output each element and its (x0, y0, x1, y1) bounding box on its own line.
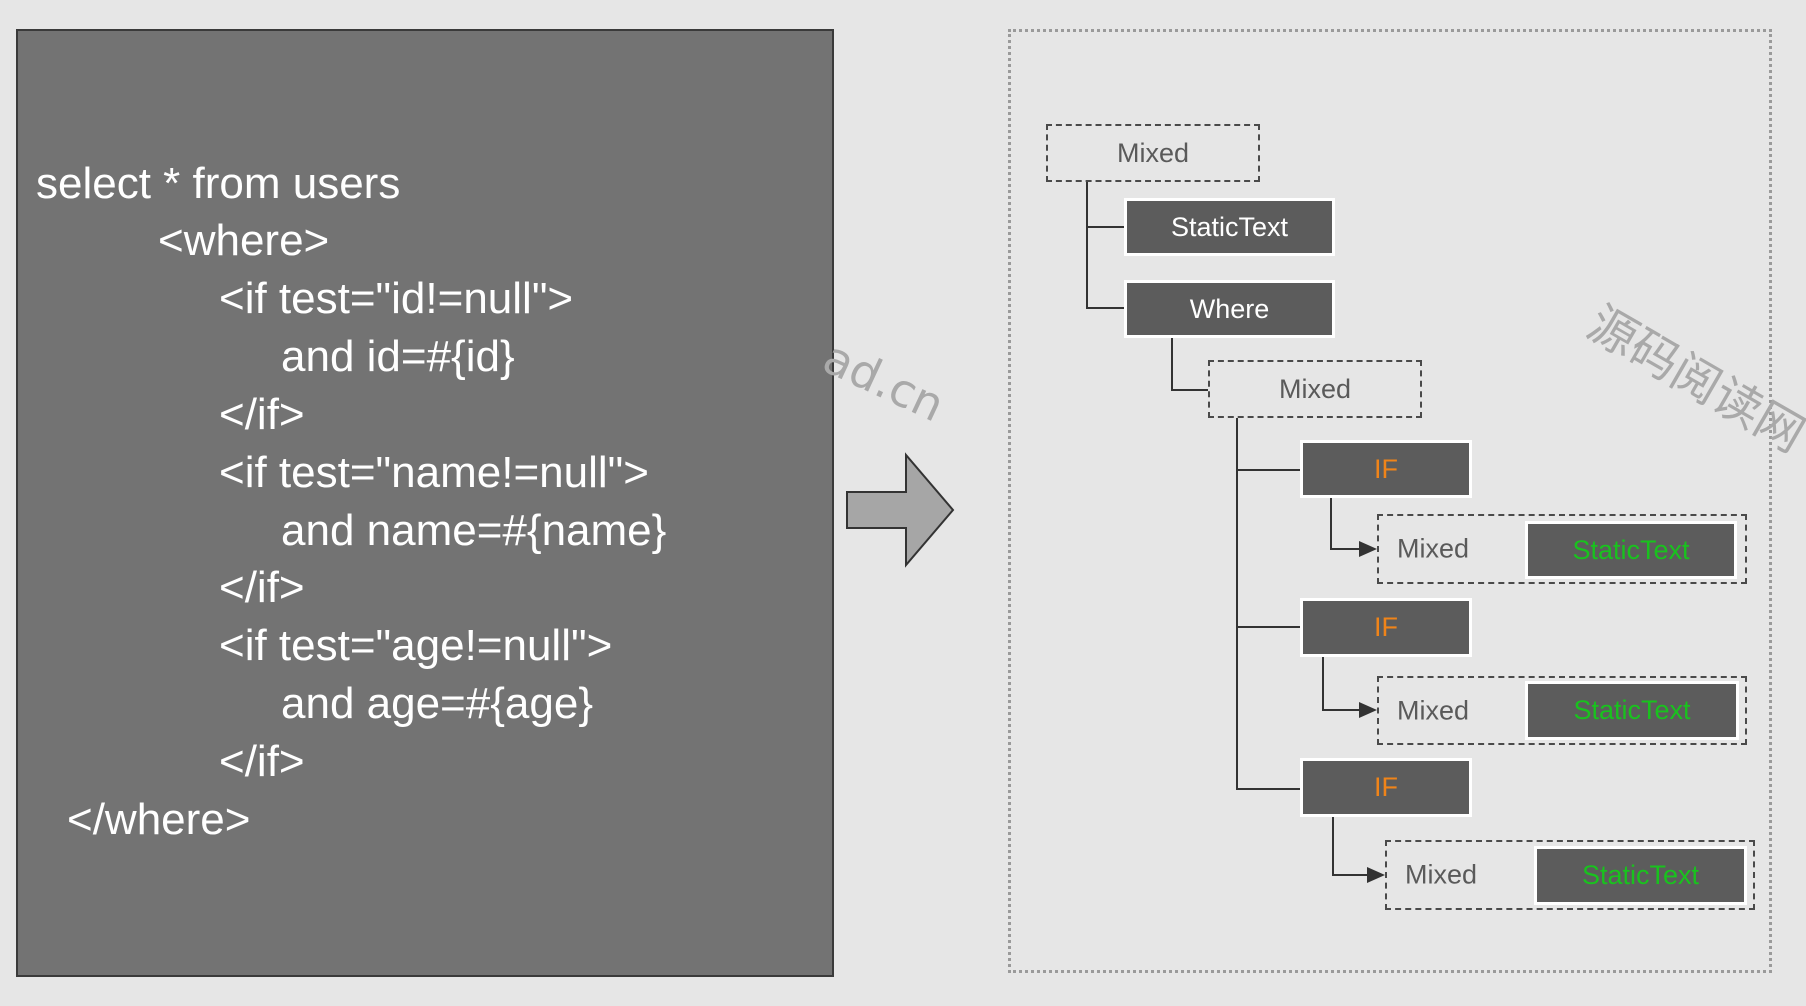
group-label: Mixed (1397, 695, 1470, 725)
arrowhead-icon (1359, 541, 1377, 557)
node-static-text-green: StaticText (1534, 846, 1747, 905)
node-label: Where (1189, 293, 1270, 324)
group-if-1-mixed: Mixed StaticText (1377, 514, 1747, 584)
node-if-2: IF (1300, 598, 1472, 657)
connector-if1-group (1330, 498, 1362, 550)
node-static-text: StaticText (1124, 198, 1335, 256)
node-label: IF (1374, 612, 1398, 642)
node-label: StaticText (1170, 211, 1289, 242)
node-static-text-green: StaticText (1525, 521, 1737, 579)
node-label: StaticText (1581, 860, 1700, 890)
connector-where-mixed (1171, 338, 1208, 391)
group-label: Mixed (1397, 533, 1470, 564)
connector-root-where (1086, 182, 1124, 309)
node-label: StaticText (1572, 534, 1690, 565)
node-if-3: IF (1300, 758, 1472, 817)
arrowhead-icon (1367, 867, 1385, 883)
node-label: IF (1374, 772, 1398, 802)
node-label: Mixed (1278, 373, 1352, 404)
group-if-2-mixed: Mixed StaticText (1377, 676, 1747, 745)
group-if-3-mixed: Mixed StaticText (1385, 840, 1755, 910)
node-root-mixed: Mixed (1046, 124, 1260, 182)
node-where: Where (1124, 280, 1335, 338)
group-label: Mixed (1405, 859, 1478, 890)
node-label: IF (1374, 453, 1398, 484)
arrowhead-icon (1359, 702, 1377, 718)
node-label: Mixed (1116, 137, 1190, 168)
node-if-1: IF (1300, 440, 1472, 498)
node-static-text-green: StaticText (1525, 681, 1739, 740)
connector-if3-group (1332, 816, 1370, 876)
connector-if2-group (1322, 657, 1362, 711)
node-where-mixed: Mixed (1208, 360, 1422, 418)
connector-mixed-if3 (1236, 418, 1302, 790)
node-label: StaticText (1573, 695, 1691, 725)
